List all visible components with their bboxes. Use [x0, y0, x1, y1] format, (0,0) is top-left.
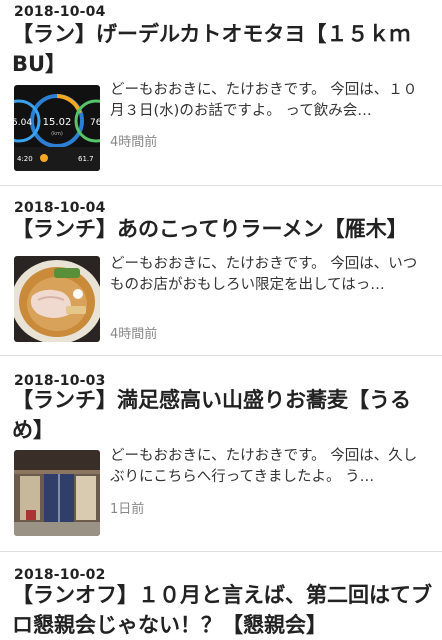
watch-right-value: 76 [90, 118, 100, 128]
watch-center-value: 15.02 [43, 117, 72, 128]
svg-text:(km): (km) [51, 131, 63, 137]
article-item[interactable]: 2018-10-04 【ランチ】あのこってりラーメン【雁木】 どーもおおきに、た… [0, 186, 442, 356]
article-list: 2018-10-04 【ラン】げーデルカトオモタヨ【１５ｋｍBU】 15.02 … [0, 0, 442, 640]
watch-bottom-left: 4:20 [17, 155, 33, 163]
article-excerpt: どーもおおきに、たけおきです。 今回は、久しぶりにこちらへ行ってきましたよ。 う… [110, 448, 418, 485]
article-item[interactable]: 2018-10-02 【ランオフ】１０月と言えば、第二回はてブロ懇親会じゃない！… [0, 552, 442, 640]
article-thumbnail[interactable] [14, 256, 100, 342]
watch-left-value: 5.04 [14, 118, 32, 128]
article-title[interactable]: 【ランオフ】１０月と言えば、第二回はてブロ懇親会じゃない！？【懇親会】 [12, 580, 432, 640]
article-time: 4時間前 [110, 135, 158, 150]
article-thumbnail[interactable] [14, 450, 100, 536]
article-thumbnail[interactable]: 15.02 (km) 5.04 76 4:20 61.7 [14, 85, 100, 171]
article-title[interactable]: 【ランチ】満足感高い山盛りお蕎麦【うるめ】 [12, 385, 432, 445]
watch-screenshot-image: 15.02 (km) 5.04 76 4:20 61.7 [14, 85, 100, 171]
article-time: 1日前 [110, 502, 145, 517]
article-excerpt: どーもおおきに、たけおきです。 今回は、１０月３日(水)のお話ですよ。 って飲み… [110, 82, 418, 119]
article-title[interactable]: 【ランチ】あのこってりラーメン【雁木】 [12, 214, 432, 244]
article-excerpt: どーもおおきに、たけおきです。 今回は、いつものお店がおもしろい限定を出してはっ… [110, 256, 418, 293]
article-title[interactable]: 【ラン】げーデルカトオモタヨ【１５ｋｍBU】 [12, 19, 432, 79]
article-time: 4時間前 [110, 327, 158, 342]
article-item[interactable]: 2018-10-03 【ランチ】満足感高い山盛りお蕎麦【うるめ】 どーもおおきに… [0, 356, 442, 552]
article-item[interactable]: 2018-10-04 【ラン】げーデルカトオモタヨ【１５ｋｍBU】 15.02 … [0, 0, 442, 186]
storefront-photo-image [14, 450, 100, 536]
ramen-photo-image [14, 256, 100, 342]
watch-bottom-right: 61.7 [78, 155, 94, 163]
article-date: 2018-10-04 [14, 4, 106, 20]
